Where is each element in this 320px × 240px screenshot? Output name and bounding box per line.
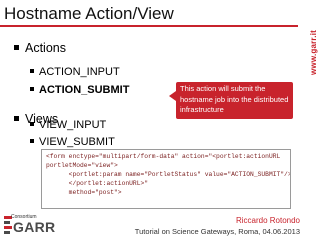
logo-garr-text: GARR (13, 219, 56, 235)
bullet-action-input: ACTION_INPUT (30, 66, 120, 78)
bullet-square-icon (30, 69, 34, 74)
bullet-square-icon (14, 116, 19, 122)
bullet-square-icon (14, 45, 19, 51)
bullet-square-icon (30, 87, 34, 92)
bullet-label: Actions (25, 41, 66, 55)
code-line: method="post"> (46, 189, 122, 196)
callout-note: This action will submit the hostname job… (169, 82, 293, 119)
bullet-action-submit: ACTION_SUBMIT (30, 84, 129, 96)
code-line: <portlet:param name="PortletStatus" valu… (46, 171, 291, 178)
callout-text: This action will submit the hostname job… (180, 84, 289, 114)
bullet-square-icon (30, 139, 34, 144)
bullet-actions: Actions (14, 41, 66, 55)
bullet-view-input: VIEW_INPUT (30, 119, 106, 131)
code-snippet: <form enctype="multipart/form-data" acti… (41, 149, 291, 209)
bullet-label: ACTION_INPUT (39, 66, 120, 78)
garr-logo: Consortium GARR (4, 214, 55, 236)
code-line: portletMode="view"> (46, 162, 118, 169)
bullet-label: VIEW_SUBMIT (39, 136, 115, 148)
code-line: <form enctype="multipart/form-data" acti… (46, 153, 281, 160)
author-name: Riccardo Rotondo (235, 216, 300, 225)
slide-title: Hostname Action/View (4, 4, 174, 23)
bullet-label: ACTION_SUBMIT (39, 84, 130, 96)
site-url: www.garr.it (309, 30, 318, 76)
event-footer: Tutorial on Science Gateways, Roma, 04.0… (134, 227, 300, 236)
bullet-label: VIEW_INPUT (39, 119, 107, 131)
bullet-view-submit: VIEW_SUBMIT (30, 136, 115, 148)
bullet-square-icon (30, 122, 34, 127)
title-divider (0, 25, 298, 27)
code-line: </portlet:actionURL>" (46, 180, 149, 187)
